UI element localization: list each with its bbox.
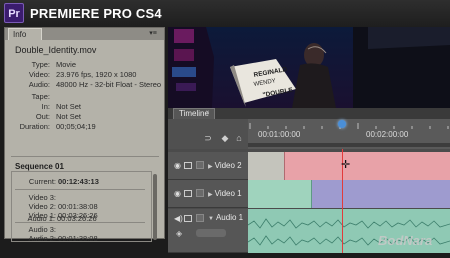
seq-value: 00:01:38:08 <box>58 234 98 243</box>
seq-key: Audio 3: <box>28 225 56 234</box>
seq-row-audio3: Audio 3: <box>13 225 56 234</box>
ruler-ticks <box>249 123 449 129</box>
gap-region <box>248 152 284 180</box>
home-icon[interactable]: ⌂ <box>234 133 244 143</box>
track-header-video2[interactable]: ◉ ▶ Video 2 <box>168 152 248 180</box>
mouse-cursor-icon: ✛ <box>341 159 351 171</box>
keyframe-nav[interactable] <box>196 229 226 237</box>
eye-icon[interactable]: ◉ <box>174 189 181 198</box>
track-name: ▶ Video 1 <box>208 189 242 198</box>
sequence-name: Sequence 01 <box>15 162 64 171</box>
track-label: Video 2 <box>214 161 242 170</box>
eye-icon[interactable]: ◉ <box>174 161 181 170</box>
watermark: BodNara <box>378 233 433 248</box>
seq-value: 00:01:38:08 <box>58 202 98 211</box>
timecode-label: 00:01:00:00 <box>258 130 301 139</box>
info-tab-bar: Info ▾≡ <box>5 28 164 40</box>
seq-key: Current: <box>28 177 56 186</box>
track-name: ▶ Video 2 <box>208 161 242 170</box>
seq-value: 00:12:43:13 <box>58 177 99 186</box>
info-key: Out: <box>35 112 50 121</box>
expand-triangle-icon[interactable]: ▶ <box>208 192 213 198</box>
video1-clip-b[interactable] <box>312 180 450 208</box>
speaker-icon[interactable]: ◀) <box>174 214 183 223</box>
info-panel: Info ▾≡ Double_Identity.mov Type: Movie … <box>4 27 165 243</box>
scrollbar[interactable] <box>153 174 157 240</box>
seq-row-video2: Video 2: 00:01:38:08 <box>13 202 98 211</box>
info-value: 00;05;04;19 <box>56 122 96 131</box>
track-label: Audio 1 <box>215 213 244 222</box>
info-value: Movie <box>56 60 77 69</box>
seq-value: 00:03:26:26 <box>57 214 97 223</box>
timeline-panel: Timeline × ⊃ ◆ ⌂ 00:01:00:00 00:02:00:00… <box>168 108 450 253</box>
info-value: 48000 Hz - 32-bit Float - Stereo <box>56 80 162 89</box>
close-icon[interactable]: × <box>206 110 210 116</box>
seq-row-audio1-visible: Audio 1: 00:03:26:26 <box>12 214 96 223</box>
video2-clip[interactable] <box>284 152 450 180</box>
marker-icon[interactable]: ◆ <box>220 133 230 143</box>
app-title: PREMIERE PRO CS4 <box>30 6 162 21</box>
sync-lock-icon[interactable] <box>184 215 192 222</box>
info-key: Audio: <box>28 80 50 89</box>
snap-icon[interactable]: ⊃ <box>203 133 213 143</box>
divider <box>11 156 159 157</box>
seq-key: Video 3: <box>28 193 56 202</box>
clip-file-name: Double_Identity.mov <box>15 45 97 55</box>
video-still-image: REGINALD WENDY "DOUBLE <box>168 27 450 108</box>
track-header-audio1[interactable]: ◀) ▼ Audio 1 ◈ <box>168 209 248 253</box>
work-area-bar[interactable] <box>248 143 450 147</box>
info-key: Tape: <box>31 92 50 101</box>
expand-triangle-icon[interactable]: ▶ <box>208 164 213 170</box>
video1-clip-a[interactable] <box>248 180 312 208</box>
seq-row-video3: Video 3: <box>13 193 56 202</box>
info-value: Not Set <box>56 112 82 121</box>
lock-toggle-icon[interactable] <box>196 214 204 222</box>
track-label: Video 1 <box>214 189 242 198</box>
tab-info[interactable]: Info <box>8 28 42 40</box>
info-key: Video: <box>28 70 50 79</box>
lock-toggle-icon[interactable] <box>196 161 204 169</box>
info-value: Not Set <box>56 102 82 111</box>
divider <box>15 189 145 190</box>
track-header-video1[interactable]: ◉ ▶ Video 1 <box>168 180 248 208</box>
seq-row-audio2: Audio 2: 00:01:38:08 <box>13 234 97 243</box>
playhead-handle[interactable] <box>338 120 346 128</box>
seq-key: Audio 1: <box>27 214 55 223</box>
info-value: 23.976 fps, 1920 x 1080 <box>56 70 137 79</box>
seq-key: Audio 2: <box>28 234 56 243</box>
track-name: ▼ Audio 1 <box>208 213 243 222</box>
program-monitor-frame: REGINALD WENDY "DOUBLE <box>168 27 450 108</box>
film-icon[interactable] <box>184 190 192 197</box>
info-key: In: <box>41 102 50 111</box>
keyframe-icon[interactable]: ◈ <box>176 229 182 238</box>
seq-key: Video 2: <box>28 202 56 211</box>
info-key: Duration: <box>19 122 50 131</box>
premiere-logo-icon: Pr <box>4 3 24 23</box>
lock-toggle-icon[interactable] <box>196 189 204 197</box>
panel-menu-icon[interactable]: ▾≡ <box>146 29 160 38</box>
seq-row-current: Current: 00:12:43:13 <box>13 177 99 186</box>
timeline-tab-bar: Timeline × <box>168 108 450 119</box>
film-icon[interactable] <box>184 162 192 169</box>
expand-triangle-icon[interactable]: ▼ <box>208 216 214 222</box>
timecode-label: 00:02:00:00 <box>366 130 409 139</box>
info-key: Type: <box>31 60 50 69</box>
title-bar: Pr PREMIERE PRO CS4 <box>0 0 450 27</box>
